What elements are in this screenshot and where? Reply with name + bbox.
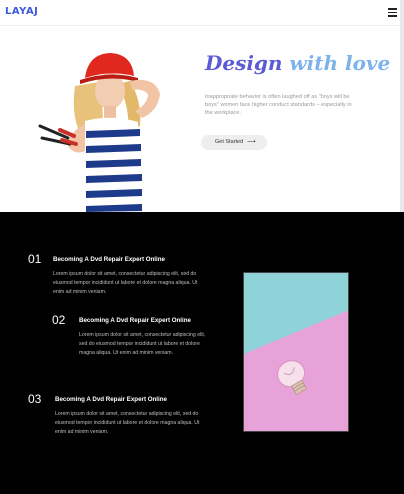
- feature-description: Lorem ipsum dolor sit amet, consectetur …: [53, 271, 198, 295]
- logo[interactable]: LAYAJ: [5, 6, 38, 17]
- get-started-button[interactable]: Get Started ⟶: [201, 135, 267, 150]
- feature-title[interactable]: Becoming A Dvd Repair Expert Online: [79, 317, 191, 324]
- feature-item-2: 02 Becoming A Dvd Repair Expert Online L…: [52, 313, 252, 383]
- feature-title[interactable]: Becoming A Dvd Repair Expert Online: [53, 256, 165, 263]
- hero-description: Inappropriate behavior is often laughed …: [205, 94, 352, 116]
- get-started-label: Get Started: [215, 139, 244, 145]
- feature-title[interactable]: Becoming A Dvd Repair Expert Online: [55, 396, 167, 403]
- features-section: 01 Becoming A Dvd Repair Expert Online L…: [0, 212, 404, 494]
- site-header: LAYAJ: [0, 0, 400, 26]
- feature-description: Lorem ipsum dolor sit amet, consectetur …: [79, 332, 206, 356]
- arrow-right-icon: ⟶: [247, 139, 256, 145]
- feature-description: Lorem ipsum dolor sit amet, consectetur …: [55, 411, 200, 435]
- hero-title: Design with love: [205, 51, 391, 75]
- hero-woman-image: [38, 53, 160, 212]
- feature-number: 03: [28, 392, 42, 406]
- feature-number: 02: [52, 313, 66, 327]
- light-bulb-image: [243, 272, 349, 432]
- feature-item-3: 03 Becoming A Dvd Repair Expert Online L…: [28, 392, 228, 452]
- feature-number: 01: [28, 252, 42, 266]
- hero-section: Design with love Inappropriate behavior …: [0, 26, 400, 212]
- hamburger-menu-icon[interactable]: [388, 8, 397, 17]
- feature-item-1: 01 Becoming A Dvd Repair Expert Online L…: [28, 252, 228, 302]
